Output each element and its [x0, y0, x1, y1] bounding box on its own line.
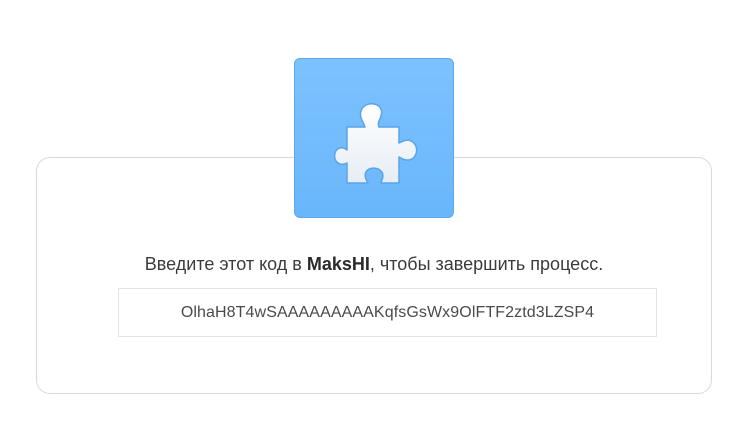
puzzle-piece-icon [333, 103, 418, 184]
device-code-field[interactable]: OlhaH8T4wSAAAAAAAAAKqfsGsWx9OlFTF2ztd3LZ… [118, 288, 657, 337]
instruction-suffix: , чтобы завершить процесс. [369, 254, 604, 274]
instruction-prefix: Введите этот код в [144, 254, 307, 274]
instruction-text: Введите этот код в MaksHI, чтобы заверши… [36, 252, 712, 276]
app-icon [294, 58, 454, 218]
device-code-value[interactable]: OlhaH8T4wSAAAAAAAAAKqfsGsWx9OlFTF2ztd3LZ… [181, 304, 594, 322]
device-code-page: Введите этот код в MaksHI, чтобы заверши… [0, 0, 749, 430]
app-name: MaksHI [306, 254, 370, 274]
